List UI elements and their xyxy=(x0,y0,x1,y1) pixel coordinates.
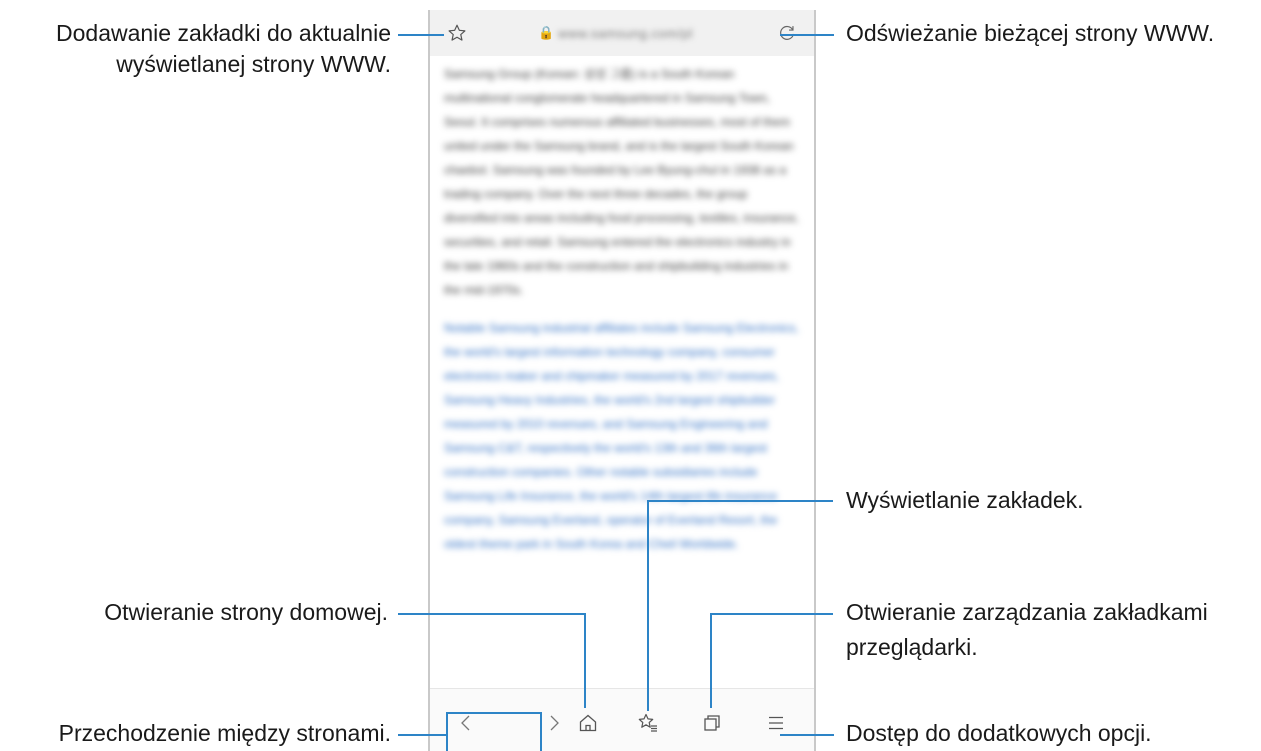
label-refresh: Odświeżanie bieżącej strony WWW. xyxy=(846,20,1215,46)
callout-line-navigation xyxy=(398,734,446,736)
label-bookmark-line2: wyświetlanej strony WWW. xyxy=(116,51,391,77)
callout-line-tabs xyxy=(710,613,833,615)
label-bookmarks-view: Wyświetlanie zakładek. xyxy=(846,487,1084,513)
page-content: Samsung Group (Korean: 삼성 그룹) is a South… xyxy=(444,62,800,687)
bottom-toolbar xyxy=(430,688,814,751)
url-text[interactable]: www.samsung.com/pl xyxy=(558,26,693,41)
home-icon[interactable] xyxy=(576,711,600,735)
forward-icon[interactable] xyxy=(542,711,566,735)
callout-bracket-navigation xyxy=(446,712,542,714)
callout-line-home xyxy=(398,613,586,615)
browser-screen: 🔒 www.samsung.com/pl Samsung Group (Kore… xyxy=(428,10,816,751)
bookmarks-icon[interactable] xyxy=(636,711,660,735)
callout-bracket-navigation xyxy=(446,712,448,751)
callout-line-bookmarks-view xyxy=(647,500,833,502)
lock-icon: 🔒 xyxy=(538,25,555,40)
address-bar[interactable]: 🔒 www.samsung.com/pl xyxy=(430,10,814,56)
label-home: Otwieranie strony domowej. xyxy=(104,599,388,625)
add-bookmark-star-icon[interactable] xyxy=(446,22,468,44)
label-tabs-line2: przeglądarki. xyxy=(846,634,978,660)
back-icon[interactable] xyxy=(454,711,478,735)
label-options: Dostęp do dodatkowych opcji. xyxy=(846,720,1152,746)
label-navigate: Przechodzenie między stronami. xyxy=(58,720,391,746)
callout-bracket-navigation xyxy=(540,712,542,751)
label-bookmark-line1: Dodawanie zakładki do aktualnie xyxy=(56,20,391,46)
callout-line-home xyxy=(584,613,586,708)
content-paragraph: Notable Samsung industrial affiliates in… xyxy=(444,321,799,551)
content-paragraph: Samsung Group (Korean: 삼성 그룹) is a South… xyxy=(444,67,799,297)
label-tabs-line1: Otwieranie zarządzania zakładkami xyxy=(846,599,1208,625)
callout-line-bookmarks-view xyxy=(647,500,649,711)
tabs-icon[interactable] xyxy=(700,711,724,735)
menu-icon[interactable] xyxy=(764,711,788,735)
callout-line-refresh xyxy=(780,34,834,36)
callout-line-tabs xyxy=(710,613,712,708)
callout-line-options xyxy=(780,734,834,736)
callout-line-bookmark xyxy=(398,34,444,36)
refresh-icon[interactable] xyxy=(776,22,798,44)
